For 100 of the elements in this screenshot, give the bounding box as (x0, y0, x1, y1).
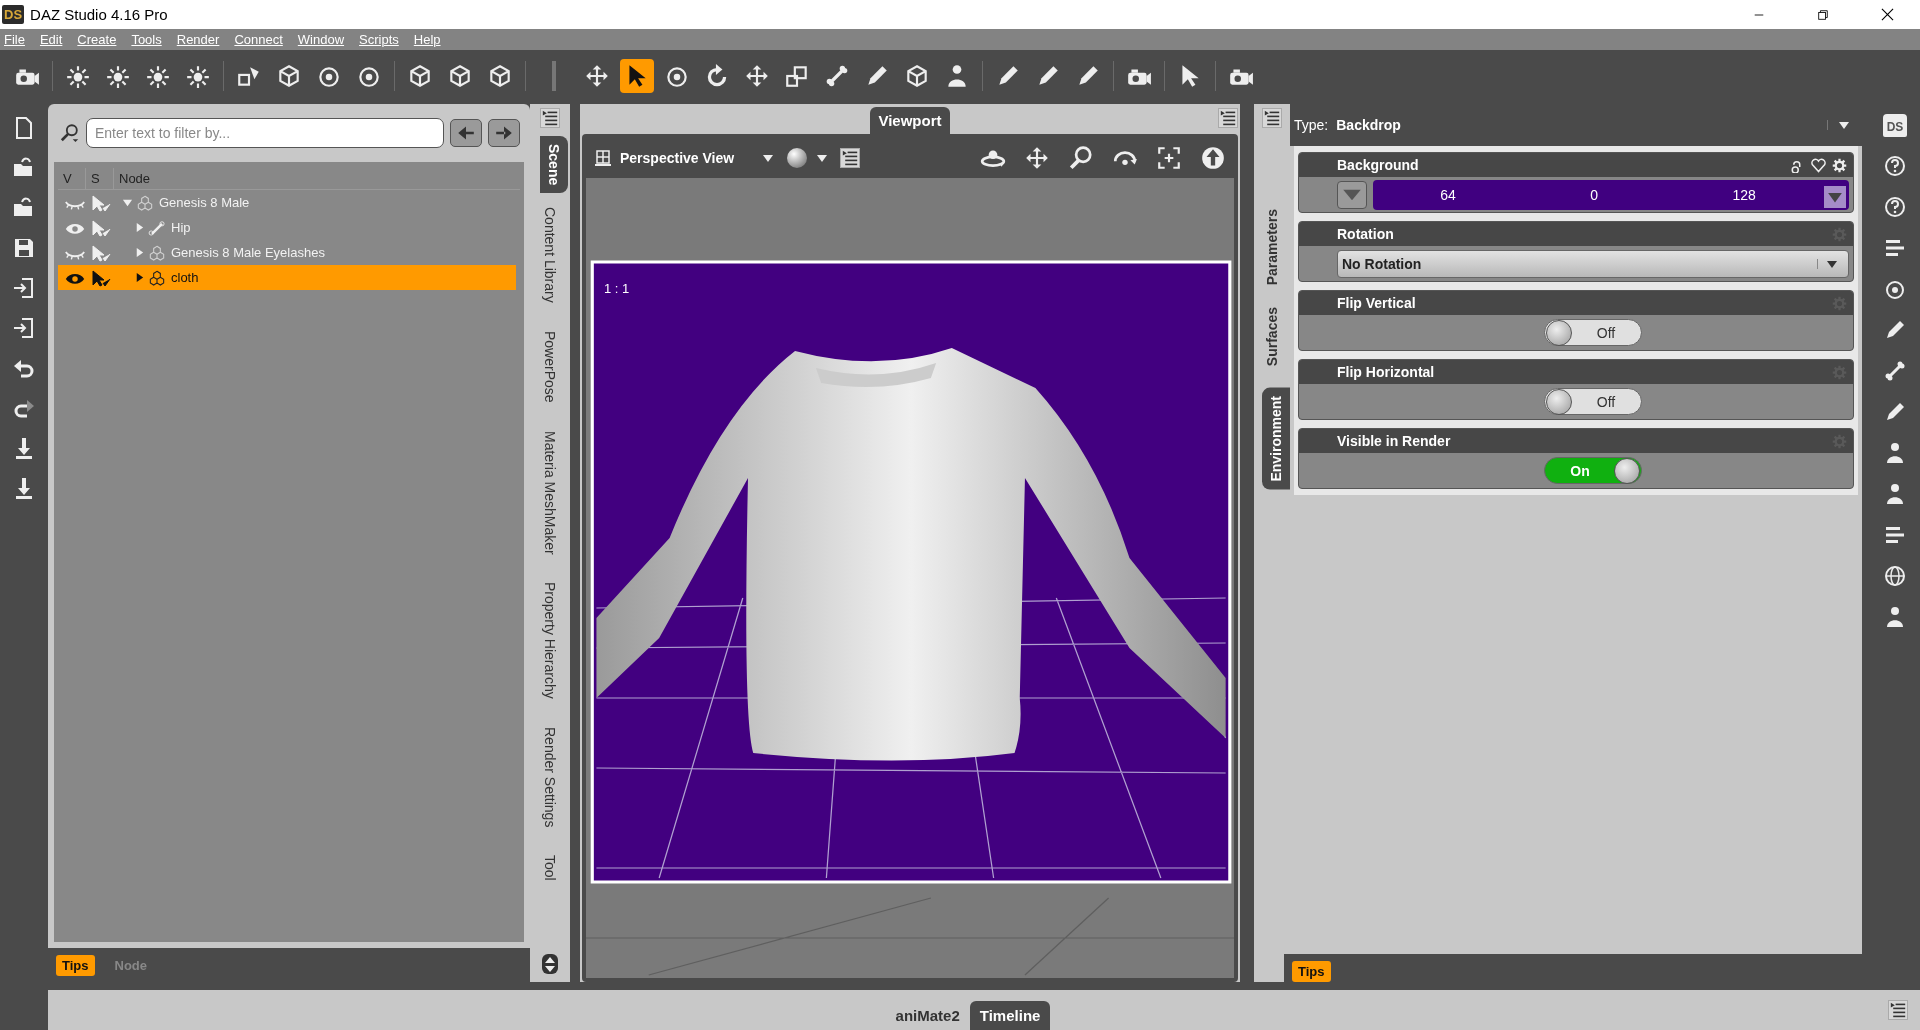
swatch-dropdown-icon[interactable] (1824, 185, 1846, 208)
type-value[interactable]: Backdrop (1336, 117, 1401, 133)
menu-item[interactable]: Tools (131, 32, 162, 47)
panel-menu-icon[interactable] (1218, 108, 1238, 128)
panel-tab[interactable]: Parameters (1264, 209, 1280, 286)
import-icon[interactable] (12, 276, 36, 300)
caret-icon[interactable] (762, 153, 775, 163)
node-name: Genesis 8 Male (159, 195, 250, 210)
save-icon[interactable] (12, 236, 36, 260)
rotation-dropdown[interactable]: No Rotation (1337, 249, 1849, 278)
bone-icon[interactable] (1883, 359, 1907, 383)
property-name: Flip Horizontal (1337, 364, 1435, 380)
collapse-arrow-icon[interactable] (122, 197, 133, 208)
heart-icon[interactable] (1811, 157, 1826, 173)
cube-icon (904, 63, 930, 89)
panel-tab[interactable]: Surfaces (1264, 307, 1280, 367)
bone-icon (824, 63, 850, 89)
panel-menu-icon[interactable] (540, 108, 560, 128)
menu-item[interactable]: Window (297, 32, 345, 47)
import-icon[interactable] (12, 316, 36, 340)
color-value: 64 (1440, 186, 1456, 203)
help-icon[interactable] (1883, 154, 1907, 178)
light-icon (65, 63, 91, 89)
zoom-icon[interactable] (1068, 145, 1094, 171)
dropdown-value: No Rotation (1342, 255, 1422, 272)
panel-tab[interactable]: Render Settings (542, 726, 558, 828)
aspect-ratio-label: 1 : 1 (604, 281, 630, 296)
color-swatch[interactable]: 64 0 128 (1373, 179, 1849, 210)
dropdown-button[interactable] (1337, 180, 1367, 209)
forward-button[interactable] (488, 119, 520, 147)
globe-icon[interactable] (1883, 564, 1907, 588)
toggle-switch[interactable]: Off (1544, 388, 1642, 415)
color-value: 0 (1590, 186, 1598, 203)
layout-icon[interactable] (594, 149, 612, 167)
panel-tab[interactable]: Content Library (542, 207, 558, 303)
column-header[interactable]: S (86, 168, 114, 189)
menu-item[interactable]: File (4, 32, 25, 47)
tool-button[interactable] (620, 59, 654, 93)
property-name: Rotation (1337, 226, 1394, 242)
menu-item[interactable]: Edit (39, 32, 63, 47)
home-button[interactable]: DS (1882, 114, 1908, 137)
light-icon (105, 63, 131, 89)
bottom-tab[interactable]: aniMate2 (885, 1001, 970, 1030)
restore-icon[interactable] (1817, 8, 1829, 21)
help-icon[interactable] (1883, 195, 1907, 219)
column-header[interactable]: V (58, 168, 86, 189)
cube-icon (447, 63, 473, 89)
property-name: Flip Vertical (1337, 295, 1416, 311)
menu-item[interactable]: Render (176, 32, 220, 47)
panel-tab[interactable]: Tool (542, 855, 558, 882)
tips-button[interactable]: Tips (1292, 960, 1331, 982)
window-title: DAZ Studio 4.16 Pro (30, 6, 168, 23)
menu-item[interactable]: Scripts (359, 32, 399, 47)
bottom-tab[interactable]: Timeline (969, 1001, 1051, 1030)
menu-item[interactable]: Connect (234, 32, 283, 47)
panel-tab[interactable]: Materia MeshMaker (542, 430, 558, 555)
node-name: Genesis 8 Male Eyelashes (171, 245, 325, 260)
node-name: Hip (171, 220, 191, 235)
panel-tab[interactable]: PowerPose (542, 330, 558, 403)
move-icon (584, 63, 610, 89)
frame-icon[interactable] (1156, 145, 1182, 171)
scale-icon (784, 63, 810, 89)
panel-menu-icon[interactable] (1262, 108, 1282, 128)
menu-item[interactable]: Create (77, 32, 117, 47)
property-name: Background (1337, 157, 1419, 173)
viewport-tab[interactable]: Viewport (870, 107, 950, 134)
type-label: Type: (1294, 117, 1329, 133)
back-button[interactable] (450, 119, 482, 147)
tips-button[interactable]: Tips (56, 954, 95, 976)
node-name: cloth (171, 270, 199, 285)
caret-icon (1817, 258, 1838, 269)
filter-field[interactable]: Enter text to filter by... (86, 118, 444, 148)
light-icon (145, 63, 171, 89)
search-icon[interactable] (60, 123, 80, 143)
color-value: 128 (1732, 186, 1756, 203)
caret-icon[interactable] (816, 153, 829, 163)
panel-tab[interactable]: Property Hierarchy (542, 582, 558, 699)
light-icon (185, 63, 211, 89)
shading-sphere-icon[interactable] (786, 147, 809, 169)
pan-icon[interactable] (1024, 145, 1050, 171)
caret-icon[interactable] (1827, 120, 1850, 130)
select-cursor-icon[interactable] (90, 268, 112, 287)
panel-tab[interactable]: Environment (1262, 388, 1290, 490)
close-icon[interactable] (1881, 8, 1894, 21)
expand-arrow-icon[interactable] (134, 272, 145, 283)
column-header[interactable]: Node (114, 168, 520, 189)
app-logo: DS (2, 5, 25, 24)
cube-icon (276, 63, 302, 89)
panel-menu-icon[interactable] (1888, 1000, 1908, 1020)
tree-row[interactable]: cloth (58, 265, 516, 290)
panel-menu-icon[interactable] (840, 148, 861, 168)
menu-item[interactable]: Help (413, 32, 441, 47)
cube-icon (487, 63, 513, 89)
scroll-arrows-icon[interactable] (542, 954, 558, 974)
property-name: Visible in Render (1337, 433, 1451, 449)
view-selector[interactable]: Perspective View (620, 150, 735, 166)
panel-tab[interactable]: Scene (540, 136, 568, 194)
toggle-switch[interactable]: Off (1544, 319, 1642, 346)
footer-label: Node (114, 957, 147, 973)
move-icon (744, 63, 770, 89)
